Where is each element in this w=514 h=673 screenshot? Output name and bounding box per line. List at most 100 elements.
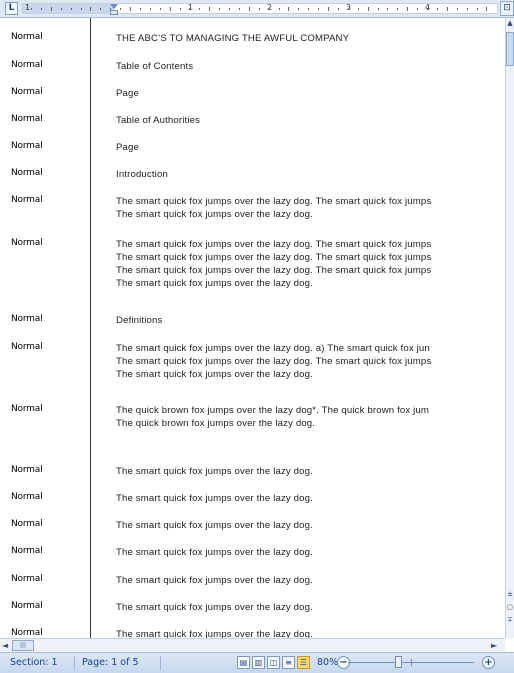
style-name-label[interactable]: Normal [11, 168, 43, 178]
paragraph-line: The smart quick fox jumps over the lazy … [116, 520, 313, 531]
paragraph-line: The smart quick fox jumps over the lazy … [116, 196, 432, 207]
paragraph[interactable]: The smart quick fox jumps over the lazy … [116, 628, 505, 638]
style-name-label[interactable]: Normal [11, 546, 43, 556]
paragraph-line: The smart quick fox jumps over the lazy … [116, 356, 432, 367]
paragraph[interactable]: Page [116, 87, 505, 100]
status-separator [160, 656, 161, 670]
left-indent-marker[interactable] [110, 10, 118, 15]
previous-page-icon[interactable]: ± [506, 588, 514, 600]
style-name-label[interactable]: Normal [11, 628, 43, 638]
paragraph-line: Page [116, 88, 140, 99]
paragraph[interactable]: The smart quick fox jumps over the lazy … [116, 519, 505, 532]
paragraph[interactable]: Table of Authorities [116, 114, 505, 127]
tab-selector-button[interactable]: L [5, 2, 18, 15]
style-name-label[interactable]: Normal [11, 238, 43, 248]
ruler-tick [50, 7, 52, 11]
horizontal-ruler[interactable]: L 1 1 2 3 4 ⊡ [0, 0, 514, 18]
style-name-label[interactable]: Normal [11, 404, 43, 414]
ruler-tick [486, 7, 488, 11]
ruler-tick [139, 8, 141, 10]
paragraph-line: Page [116, 142, 140, 153]
ruler-tick [248, 7, 250, 11]
paragraph[interactable]: The smart quick fox jumps over the lazy … [116, 546, 505, 559]
paragraph-line: Table of Authorities [116, 115, 201, 126]
style-name-label[interactable]: Normal [11, 519, 43, 529]
paragraph[interactable]: Definitions [116, 314, 505, 327]
document-area[interactable]: Normal THE ABC’S TO MANAGING THE AWFUL CO… [0, 18, 505, 638]
draft-view-icon[interactable]: ☰ [297, 656, 310, 669]
ruler-tick [31, 8, 32, 10]
ruler-tick [258, 8, 260, 10]
ruler-tick [229, 8, 230, 10]
scroll-right-icon[interactable]: ► [491, 640, 501, 651]
ruler-tick [90, 7, 92, 11]
ruler-tick [209, 7, 211, 11]
paragraph[interactable]: The smart quick fox jumps over the lazy … [116, 601, 505, 614]
paragraph-line: The smart quick fox jumps over the lazy … [116, 602, 313, 613]
status-separator [74, 656, 75, 670]
paragraph[interactable]: Page [116, 141, 505, 154]
paragraph[interactable]: The smart quick fox jumps over the lazy … [116, 238, 505, 290]
ruler-tick [268, 8, 270, 10]
outline-view-icon[interactable]: ≡ [282, 656, 295, 669]
style-name-label[interactable]: Normal [11, 60, 43, 70]
style-name-label[interactable]: Normal [11, 601, 43, 611]
ruler-tick [417, 8, 419, 10]
style-name-label[interactable]: Normal [11, 492, 43, 502]
vertical-scrollbar[interactable]: ▲ ± ○ ∓ [505, 18, 514, 638]
style-name-label[interactable]: Normal [11, 574, 43, 584]
select-browse-object-icon[interactable]: ○ [506, 601, 514, 613]
paragraph-line: The smart quick fox jumps over the lazy … [116, 343, 430, 354]
web-layout-view-icon[interactable]: ◫ [267, 656, 280, 669]
paragraph-line: The quick brown fox jumps over the lazy … [116, 405, 430, 416]
next-page-icon[interactable]: ∓ [506, 614, 514, 626]
style-name-label[interactable]: Normal [11, 87, 43, 97]
first-line-indent-marker[interactable] [110, 4, 118, 9]
ruler-tick [60, 8, 62, 10]
ruler-tick [199, 8, 201, 10]
ruler-tick [80, 8, 82, 10]
paragraph[interactable]: The smart quick fox jumps over the lazy … [116, 195, 505, 221]
ruler-tick [288, 7, 290, 11]
paragraph[interactable]: Table of Contents [116, 60, 505, 73]
style-name-label[interactable]: Normal [11, 342, 43, 352]
horizontal-scroll-thumb[interactable]: ||| [12, 640, 34, 651]
vertical-scroll-thumb[interactable] [506, 32, 514, 66]
style-name-label[interactable]: Normal [11, 314, 43, 324]
scroll-up-icon[interactable]: ▲ [506, 18, 514, 28]
paragraph-line: The smart quick fox jumps over the lazy … [116, 629, 313, 638]
paragraph[interactable]: THE ABC’S TO MANAGING THE AWFUL COMPANY [116, 32, 505, 45]
horizontal-scrollbar[interactable]: ◄ ||| ► [0, 638, 505, 652]
style-name-label[interactable]: Normal [11, 195, 43, 205]
page-indicator[interactable]: Page: 1 of 5 [82, 657, 139, 668]
ruler-tick [169, 7, 171, 11]
ruler-tick [40, 8, 42, 10]
ruler-tick [238, 8, 240, 10]
style-name-label[interactable]: Normal [11, 465, 43, 475]
paragraph[interactable]: Introduction [116, 168, 505, 181]
print-layout-view-icon[interactable]: ▤ [237, 656, 250, 669]
style-name-label[interactable]: Normal [11, 114, 43, 124]
ruler-number: 1 [25, 3, 31, 12]
paragraph[interactable]: The quick brown fox jumps over the lazy … [116, 404, 505, 430]
paragraph-line: The smart quick fox jumps over the lazy … [116, 466, 313, 477]
ruler-track[interactable]: 1 1 2 3 4 [22, 3, 498, 15]
full-screen-reading-view-icon[interactable]: ▥ [252, 656, 265, 669]
paragraph[interactable]: The smart quick fox jumps over the lazy … [116, 574, 505, 587]
zoom-in-button[interactable]: + [482, 656, 495, 669]
zoom-slider-thumb[interactable] [395, 656, 402, 668]
style-area-divider[interactable] [90, 18, 91, 638]
zoom-level[interactable]: 80% [317, 657, 338, 668]
style-name-label[interactable]: Normal [11, 32, 43, 42]
paragraph-line: The smart quick fox jumps over the lazy … [116, 252, 432, 263]
paragraph-line: Definitions [116, 315, 163, 326]
section-indicator[interactable]: Section: 1 [10, 657, 58, 668]
scroll-left-icon[interactable]: ◄ [2, 640, 12, 651]
view-ruler-icon[interactable]: ⊡ [500, 1, 514, 16]
paragraph[interactable]: The smart quick fox jumps over the lazy … [116, 492, 505, 505]
ruler-tick [397, 8, 399, 10]
paragraph[interactable]: The smart quick fox jumps over the lazy … [116, 342, 505, 381]
paragraph[interactable]: The smart quick fox jumps over the lazy … [116, 465, 505, 478]
style-name-label[interactable]: Normal [11, 141, 43, 151]
ruler-tick [298, 8, 300, 10]
